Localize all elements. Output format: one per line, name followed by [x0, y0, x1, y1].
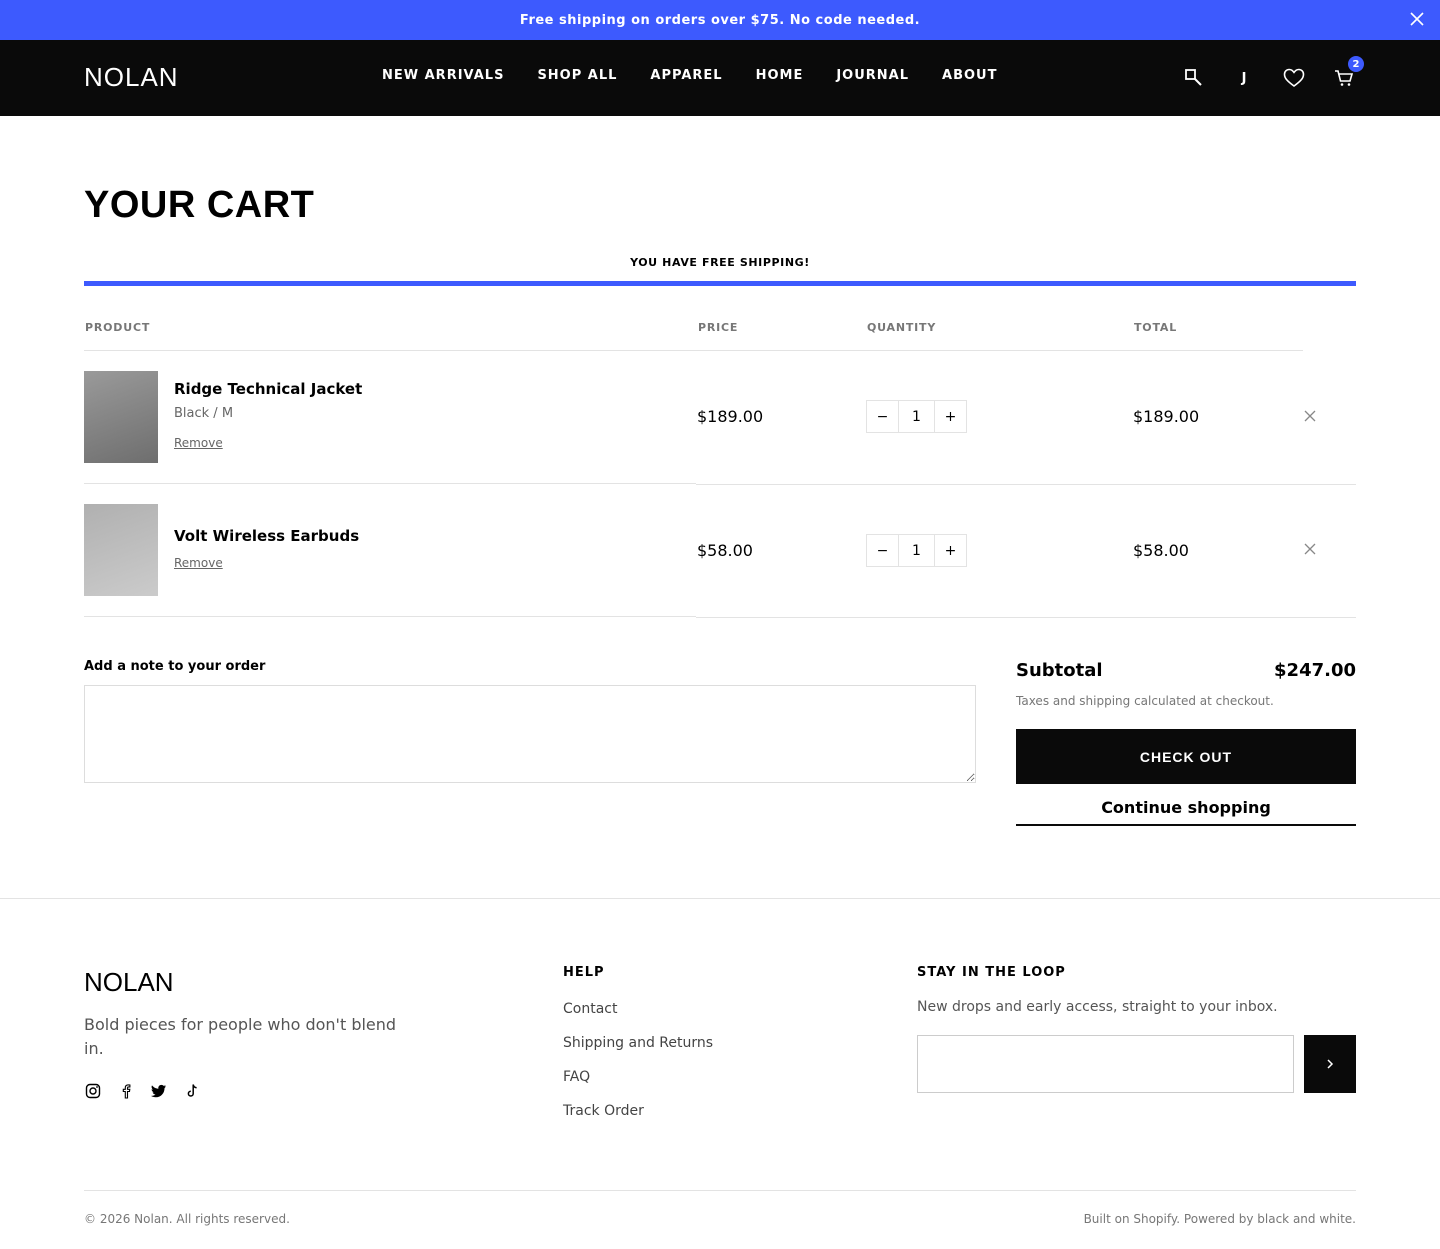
footer-link-faq[interactable]: FAQ [563, 1069, 590, 1085]
column-product: PRODUCT [85, 321, 151, 334]
main-nav: NEW ARRIVALS SHOP ALL APPAREL HOME JOURN… [382, 68, 1030, 83]
footer-logo[interactable]: NOLAN [84, 967, 174, 998]
footer-link-track-order[interactable]: Track Order [563, 1103, 644, 1119]
shipping-progress-bar [84, 281, 1356, 286]
footer-help-heading: HELP [563, 965, 605, 980]
remove-link[interactable]: Remove [174, 556, 223, 570]
divider [696, 484, 1356, 485]
remove-link[interactable]: Remove [174, 436, 223, 450]
divider [84, 483, 696, 484]
product-image[interactable] [84, 504, 158, 596]
column-price: PRICE [698, 321, 739, 334]
quantity-stepper: − 1 + [866, 534, 967, 567]
quantity-decrease-button[interactable]: − [866, 400, 899, 433]
announcement-bar: Free shipping on orders over $75. No cod… [0, 0, 1440, 40]
product-image[interactable] [84, 371, 158, 463]
nav-apparel[interactable]: APPAREL [650, 68, 722, 83]
free-shipping-message: YOU HAVE FREE SHIPPING! [630, 256, 810, 269]
continue-shopping-link[interactable]: Continue shopping [1016, 798, 1356, 826]
instagram-icon[interactable] [84, 1082, 102, 1100]
tax-note: Taxes and shipping calculated at checkou… [1016, 694, 1274, 708]
footer-bottom-divider [84, 1190, 1356, 1191]
chevron-right-icon [1327, 1059, 1334, 1069]
quantity-decrease-button[interactable]: − [866, 534, 899, 567]
site-header: NOLAN NEW ARRIVALS SHOP ALL APPAREL HOME… [0, 40, 1440, 116]
newsletter-heading: STAY IN THE LOOP [917, 965, 1066, 980]
footer-divider [0, 898, 1440, 899]
nav-new-arrivals[interactable]: NEW ARRIVALS [382, 68, 504, 83]
footer-link-contact[interactable]: Contact [563, 1001, 617, 1017]
delete-item-icon[interactable] [1302, 541, 1318, 557]
divider [84, 350, 1303, 351]
column-total: TOTAL [1134, 321, 1178, 334]
shipping-progress-fill [84, 281, 1356, 286]
product-price: $58.00 [697, 541, 753, 560]
page-title: YOUR CART [84, 184, 315, 226]
quantity-value[interactable]: 1 [899, 400, 934, 433]
newsletter-text: New drops and early access, straight to … [917, 999, 1278, 1015]
tiktok-icon[interactable] [183, 1082, 201, 1100]
product-name[interactable]: Ridge Technical Jacket [174, 380, 362, 398]
cart-icon[interactable]: 2 [1332, 56, 1364, 90]
nav-journal[interactable]: JOURNAL [836, 68, 909, 83]
divider [84, 616, 696, 617]
copyright-text: © 2026 Nolan. All rights reserved. [84, 1212, 290, 1226]
order-note-label: Add a note to your order [84, 659, 266, 674]
nav-shop-all[interactable]: SHOP ALL [537, 68, 617, 83]
site-logo[interactable]: NOLAN [84, 62, 179, 93]
product-name[interactable]: Volt Wireless Earbuds [174, 527, 359, 545]
account-initial: J [1241, 70, 1247, 86]
twitter-icon[interactable] [150, 1082, 168, 1100]
line-total: $58.00 [1133, 541, 1189, 560]
header-actions: J 2 [1156, 56, 1364, 90]
newsletter-email-input[interactable] [917, 1035, 1294, 1093]
search-icon[interactable] [1182, 66, 1206, 90]
delete-item-icon[interactable] [1302, 408, 1318, 424]
quantity-value[interactable]: 1 [899, 534, 934, 567]
nav-home[interactable]: HOME [756, 68, 804, 83]
product-variant: Black / M [174, 406, 234, 421]
nav-about[interactable]: ABOUT [942, 68, 997, 83]
order-note-textarea[interactable] [84, 685, 976, 783]
powered-by-text: Built on Shopify. Powered by black and w… [1083, 1212, 1356, 1226]
wishlist-heart-icon[interactable] [1282, 66, 1306, 90]
account-icon[interactable]: J [1232, 66, 1256, 90]
column-quantity: QUANTITY [867, 321, 937, 334]
checkout-button[interactable]: CHECK OUT [1016, 729, 1356, 784]
quantity-stepper: − 1 + [866, 400, 967, 433]
newsletter-submit-button[interactable] [1304, 1035, 1356, 1093]
subtotal-value: $247.00 [1274, 660, 1356, 681]
product-price: $189.00 [697, 407, 764, 426]
subtotal-label: Subtotal [1016, 660, 1103, 681]
footer-link-shipping-returns[interactable]: Shipping and Returns [563, 1035, 713, 1051]
close-icon[interactable] [1408, 10, 1426, 28]
cart-count-badge: 2 [1348, 56, 1364, 72]
announcement-text: Free shipping on orders over $75. No cod… [519, 12, 921, 28]
footer-tagline: Bold pieces for people who don't blend i… [84, 1015, 397, 1058]
line-total: $189.00 [1133, 407, 1200, 426]
divider [696, 617, 1356, 618]
quantity-increase-button[interactable]: + [934, 534, 967, 567]
social-links [84, 1082, 216, 1100]
quantity-increase-button[interactable]: + [934, 400, 967, 433]
facebook-icon[interactable] [117, 1082, 135, 1100]
